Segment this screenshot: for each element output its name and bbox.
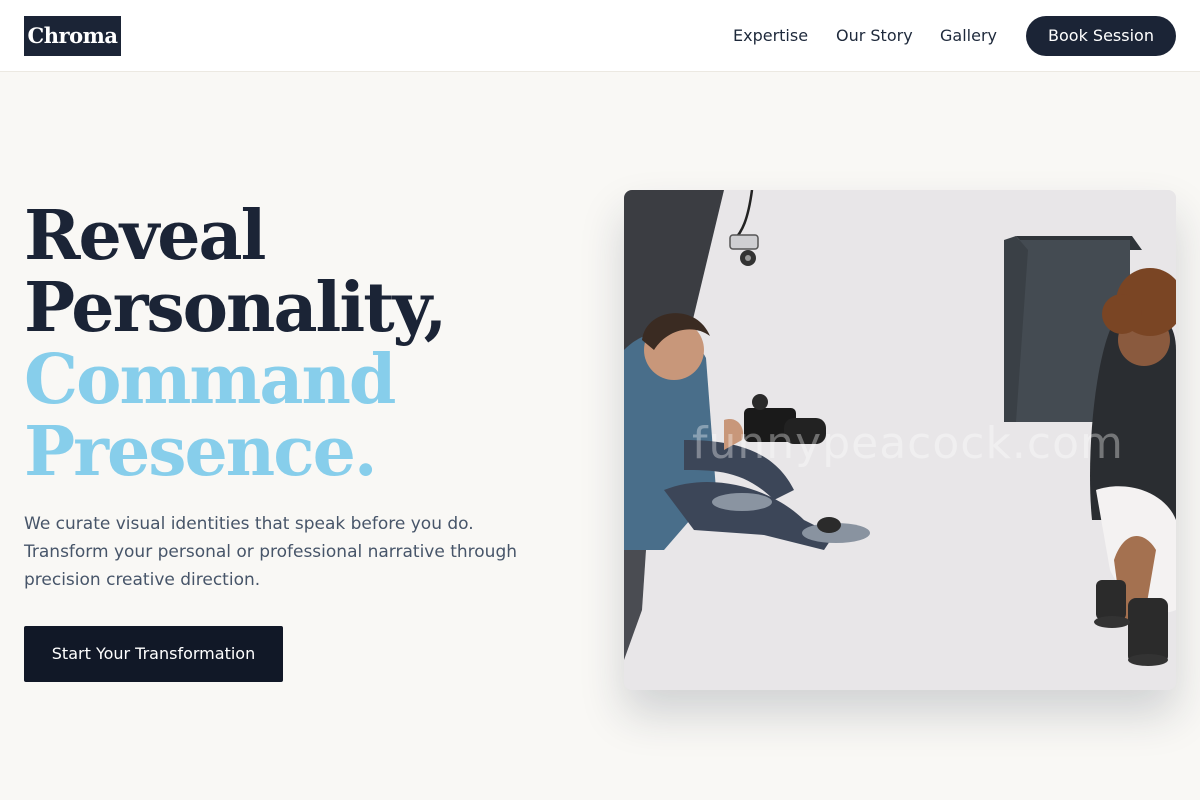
start-transformation-button[interactable]: Start Your Transformation xyxy=(24,626,283,682)
headline-line-4: Presence. xyxy=(24,412,378,492)
site-header: Chroma Expertise Our Story Gallery Book … xyxy=(0,0,1200,72)
nav-link-expertise[interactable]: Expertise xyxy=(733,24,808,48)
nav-link-our-story[interactable]: Our Story xyxy=(836,24,913,48)
hero-photo: funnypeacock.com xyxy=(624,190,1176,690)
headline-line-3: Command xyxy=(24,340,396,420)
hero-subtext: We curate visual identities that speak b… xyxy=(24,514,518,590)
logo[interactable]: Chroma xyxy=(24,16,121,56)
nav-link-gallery[interactable]: Gallery xyxy=(940,24,997,48)
book-session-button[interactable]: Book Session xyxy=(1026,16,1176,56)
image-watermark: funnypeacock.com xyxy=(692,418,1124,469)
headline-line-2: Personality, xyxy=(24,268,447,348)
hero-headline: Reveal Personality, Command Presence. xyxy=(24,200,584,488)
headline-line-1: Reveal xyxy=(24,196,266,276)
